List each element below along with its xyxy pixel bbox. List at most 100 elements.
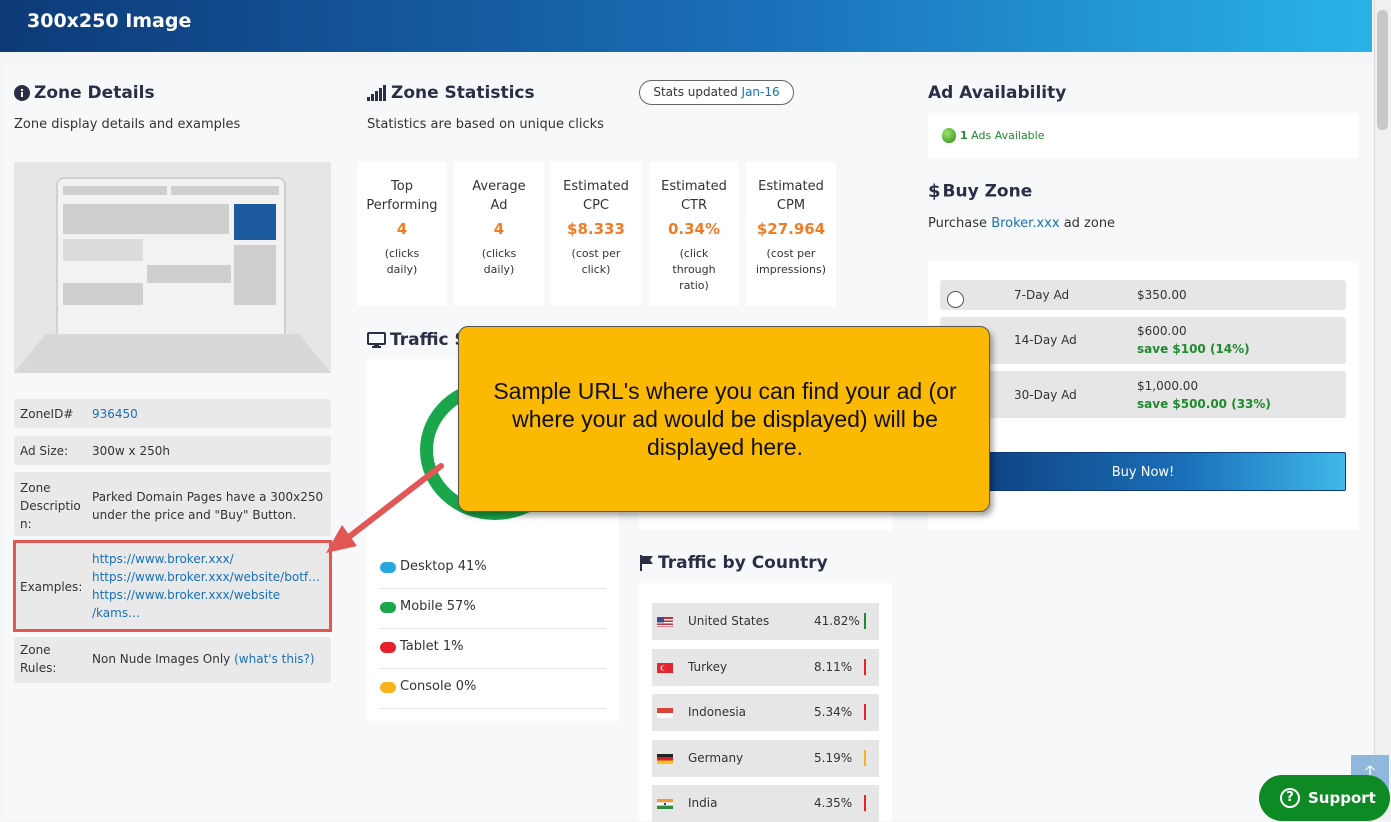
zone-rules-row: Zone Rules: Non Nude Images Only (what's… [14,637,331,683]
stat-value: 4 [493,220,505,238]
turkey-flag-icon [657,663,673,673]
traffic-country-title: Traffic by Country [658,553,828,573]
support-label: Support [1308,789,1376,807]
legend-item-tablet: Tablet 1% [380,629,606,669]
country-row-india: India 4.35% [652,785,879,822]
legend-label: Mobile 57% [400,599,476,614]
zone-details-title: Zone Details [34,83,155,103]
legend-dot [380,562,396,573]
flag-icon [640,555,653,571]
stat-value: $8.333 [567,220,625,238]
country-percent: 5.19% [814,751,853,765]
stat-card-estimated-cpc: Estimated CPC $8.333 (cost per click) [551,162,641,306]
stats-updated-date: Jan-16 [741,85,780,99]
dollar-icon: $ [928,181,941,202]
option-price: $600.00 [1137,324,1187,338]
country-name: Indonesia [688,705,747,719]
us-flag-icon [657,617,673,627]
country-name: Turkey [688,660,728,674]
monitor-icon [367,332,386,348]
ads-available-text: 1 Ads Available [960,129,1045,142]
legend-label: Desktop 41% [400,559,487,574]
option-14-day-ad[interactable]: 14-Day Ad $600.00 save $100 (14%) [940,317,1346,364]
zone-id-row: ZoneID# 936450 [14,399,331,428]
stat-value: $27.964 [756,220,826,238]
buy-now-button[interactable]: Buy Now! [940,452,1346,491]
page-header: 300x250 Image [0,0,1372,52]
info-icon [14,85,30,101]
indonesia-flag-icon [657,708,673,718]
support-button[interactable]: ? Support [1259,775,1390,821]
legend-item-desktop: Desktop 41% [380,549,606,589]
country-indicator-bar [864,659,866,675]
zone-statistics-subtitle: Statistics are based on unique clicks [367,117,604,132]
traffic-source-title: Traffic S [390,330,467,350]
traffic-country-heading: Traffic by Country [639,553,828,573]
description-label: n: [20,517,32,531]
apple-icon [942,128,956,143]
option-7-day-ad[interactable]: 7-Day Ad $350.00 [940,280,1346,310]
zone-details-subtitle: Zone display details and examples [14,117,241,132]
option-price: $350.00 [1137,288,1187,302]
rules-value: Non Nude Images Only [92,652,231,666]
country-name: Germany [688,751,744,765]
radio-button[interactable] [947,291,964,308]
description-label: Descriptio [20,499,81,513]
option-price: $1,000.00 [1137,379,1199,393]
germany-flag-icon [657,754,673,764]
country-row-indonesia: Indonesia 5.34% [652,694,879,731]
question-icon: ? [1280,788,1300,808]
option-savings: save $100 (14%) [1137,342,1250,356]
whats-this-link[interactable]: (what's this?) [234,652,314,666]
country-indicator-bar [864,613,866,629]
country-percent: 41.82% [814,614,860,628]
option-30-day-ad[interactable]: 30-Day Ad $1,000.00 save $500.00 (33%) [940,371,1346,418]
legend-dot [380,602,396,613]
option-name: 7-Day Ad [1014,288,1070,302]
legend-dot [380,682,396,693]
callout-text: Sample URL's where you can find your ad … [493,378,957,460]
page-title: 300x250 Image [27,10,192,32]
ad-size-row: Ad Size: 300w x 250h [14,436,331,465]
stats-updated-label: Stats updated [653,85,738,99]
zone-statistics-heading: Zone Statistics [367,83,535,103]
examples-highlight-box [13,540,332,632]
ad-availability-box: 1 Ads Available [928,113,1359,158]
zone-statistics-title: Zone Statistics [391,83,535,103]
country-percent: 5.34% [814,705,853,719]
ad-availability-heading: Ad Availability [928,83,1067,103]
traffic-source-heading: Traffic S [367,330,467,350]
buy-zone-title: Buy Zone [942,181,1033,202]
description-text: under the price and "Buy" Button. [92,508,297,522]
option-name: 30-Day Ad [1014,388,1077,402]
ad-placement-block [234,204,276,240]
description-text: Parked Domain Pages have a 300x250 [92,490,324,504]
zone-id-label: ZoneID# [20,407,74,421]
annotation-callout: Sample URL's where you can find your ad … [458,326,990,512]
stat-value: 4 [396,220,408,238]
rules-label: Rules: [20,661,57,675]
legend-item-mobile: Mobile 57% [380,589,606,629]
option-name: 14-Day Ad [1014,333,1077,347]
ad-size-label: Ad Size: [20,444,69,458]
stat-card-estimated-ctr: Estimated CTR 0.34% (click through ratio) [649,162,739,306]
zone-description-row: Zone Descriptio n: Parked Domain Pages h… [14,472,331,536]
country-percent: 4.35% [814,796,853,810]
stat-card-average-ad: Average Ad 4 (clicks daily) [454,162,544,306]
rules-label: Zone [20,643,51,657]
country-row-germany: Germany 5.19% [652,740,879,777]
broker-link[interactable]: Broker.xxx [991,216,1059,231]
legend-label: Console 0% [400,679,477,694]
stat-card-top-performing: Top Performing 4 (clicks daily) [357,162,447,306]
legend-dot [380,642,396,653]
scrollbar-thumb[interactable] [1377,10,1388,130]
option-savings: save $500.00 (33%) [1137,397,1271,411]
description-label: Zone [20,481,51,495]
zone-id-value[interactable]: 936450 [92,407,138,421]
legend-label: Tablet 1% [400,639,464,654]
buy-zone-heading: $ Buy Zone [928,181,1032,202]
country-row-united-states: United States 41.82% [652,603,879,640]
zone-details-heading: Zone Details [14,83,155,103]
country-indicator-bar [864,795,866,811]
country-row-turkey: Turkey 8.11% [652,649,879,686]
